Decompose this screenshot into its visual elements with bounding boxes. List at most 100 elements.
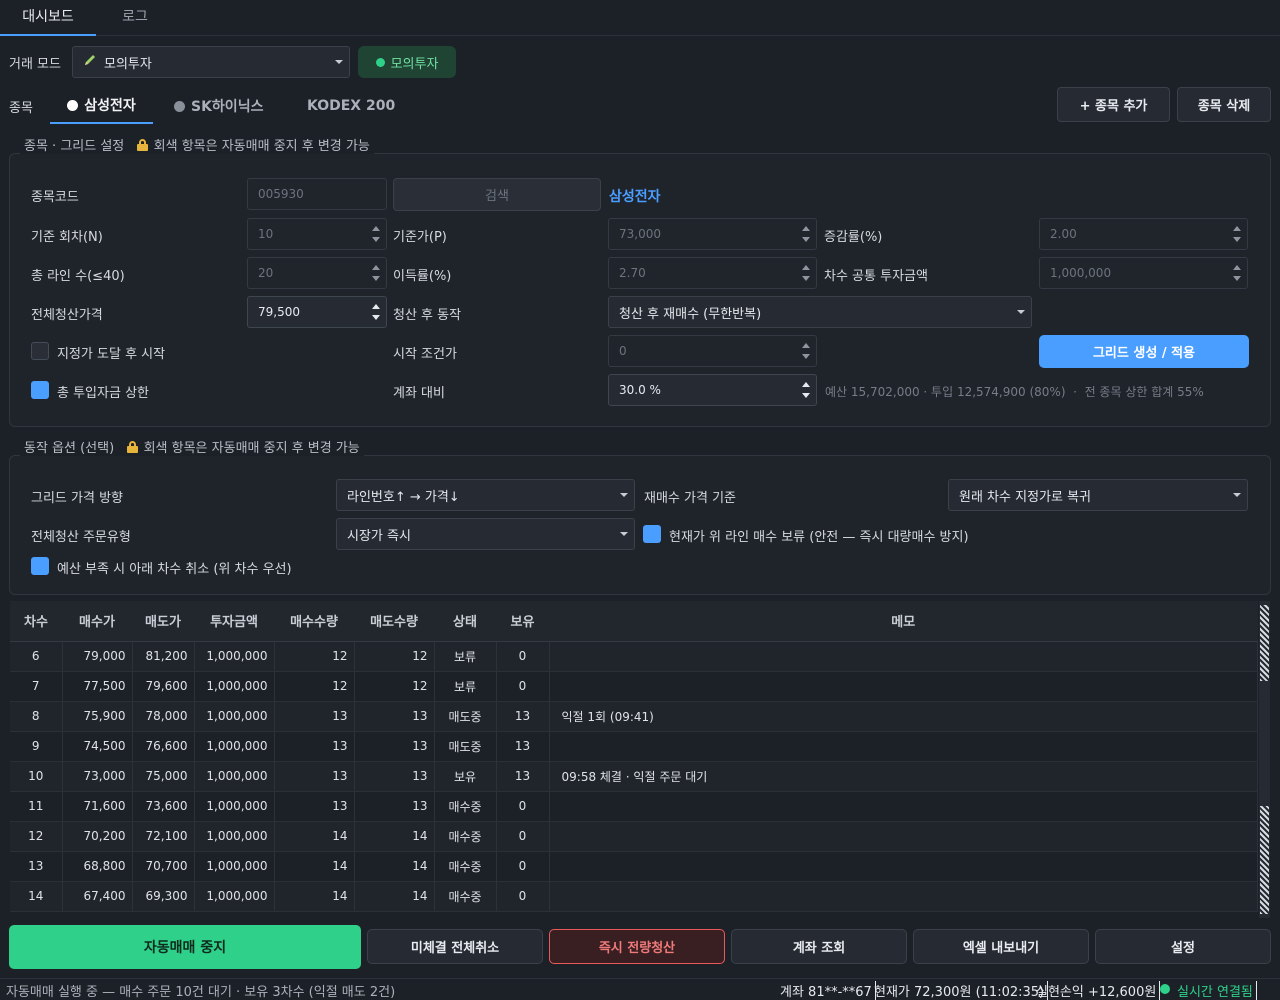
account-button[interactable]: 계좌 조회	[731, 929, 907, 964]
spinner-icon[interactable]	[364, 297, 386, 327]
col-header[interactable]: 매수수량	[274, 601, 354, 642]
add-stock-button[interactable]: + 종목 추가	[1057, 87, 1170, 122]
grid-table: 차수 매수가 매도가 투자금액 매수수량 매도수량 상태 보유 메모 6 79,…	[10, 601, 1258, 912]
status-pnl: 실현손익 +12,600원	[1036, 981, 1161, 1000]
cell-sell-price: 78,000	[132, 701, 195, 732]
cell-buy-price: 73,000	[62, 761, 133, 792]
cell-round: 11	[10, 791, 63, 822]
settings-button[interactable]: 설정	[1095, 929, 1271, 964]
base-price-value: 73,000	[619, 227, 661, 241]
rebuy-select[interactable]: 원래 차수 지정가로 복귀	[948, 479, 1248, 511]
scrollbar-thumb[interactable]	[1260, 605, 1269, 681]
cell-status: 매수중	[434, 881, 497, 912]
lines-input[interactable]: 20	[247, 257, 387, 289]
cell-buy-price: 77,500	[62, 671, 133, 702]
cancel-below-label: 예산 부족 시 아래 차수 취소 (위 차수 우선)	[57, 562, 292, 577]
scrollbar-track-lower[interactable]	[1260, 806, 1269, 914]
col-header[interactable]: 투자금액	[194, 601, 274, 642]
table-row[interactable]: 7 77,500 79,600 1,000,000 12 12 보류 0	[10, 671, 1258, 702]
liquidate-button[interactable]: 즉시 전량청산	[549, 929, 725, 964]
cell-buy-price: 70,200	[62, 821, 133, 852]
table-row[interactable]: 8 75,900 78,000 1,000,000 13 13 매도중 13 익…	[10, 701, 1258, 732]
cancel-below-checkbox[interactable]	[31, 557, 49, 575]
tab-log[interactable]: 로그	[96, 0, 174, 36]
spinner-icon[interactable]	[794, 258, 816, 288]
profit-input[interactable]: 2.70	[608, 257, 817, 289]
cell-memo: 09:58 체결 · 익절 주문 대기	[549, 761, 1258, 792]
direction-label: 그리드 가격 방향	[31, 491, 123, 506]
liq-price-input[interactable]: 79,500	[247, 296, 387, 328]
cell-status: 보유	[434, 761, 497, 792]
spinner-icon[interactable]	[1225, 258, 1247, 288]
code-input[interactable]: 005930	[247, 178, 387, 210]
start-at-label: 지정가 도달 후 시작	[57, 347, 166, 362]
col-header[interactable]: 보유	[496, 601, 549, 642]
table-row[interactable]: 12 70,200 72,100 1,000,000 14 14 매수중 0	[10, 821, 1258, 852]
tab-dashboard[interactable]: 대시보드	[0, 0, 96, 36]
cell-buy-qty: 13	[274, 731, 355, 762]
rebuy-label: 재매수 가격 기준	[644, 491, 736, 506]
direction-select[interactable]: 라인번호↑ → 가격↓	[336, 479, 635, 511]
hold-above-checkbox[interactable]	[643, 525, 661, 543]
liq-price-label: 전체청산가격	[31, 308, 103, 323]
cell-invest: 1,000,000	[194, 851, 275, 882]
status-dot-icon	[375, 57, 385, 67]
col-header[interactable]: 매도가	[132, 601, 194, 642]
col-header[interactable]: 매도수량	[354, 601, 434, 642]
cap-checkbox[interactable]	[31, 381, 49, 399]
export-button[interactable]: 엑셀 내보내기	[913, 929, 1089, 964]
cell-buy-qty: 14	[274, 821, 355, 852]
after-liq-select[interactable]: 청산 후 재매수 (무한반복)	[608, 296, 1032, 328]
table-row[interactable]: 6 79,000 81,200 1,000,000 12 12 보류 0	[10, 641, 1258, 672]
spinner-icon[interactable]	[364, 219, 386, 249]
spinner-icon[interactable]	[794, 336, 816, 366]
col-header[interactable]: 차수	[10, 601, 62, 642]
cell-sell-qty: 14	[354, 881, 435, 912]
table-row[interactable]: 11 71,600 73,600 1,000,000 13 13 매수중 0	[10, 791, 1258, 822]
search-button[interactable]: 검색	[393, 178, 601, 211]
chevron-down-icon	[1233, 493, 1241, 497]
table-row[interactable]: 14 67,400 69,300 1,000,000 14 14 매수중 0	[10, 881, 1258, 912]
cell-holding: 0	[496, 821, 550, 852]
spinner-icon[interactable]	[364, 258, 386, 288]
col-header[interactable]: 상태	[434, 601, 496, 642]
remove-stock-button[interactable]: 종목 삭제	[1177, 87, 1271, 122]
ratio-input[interactable]: 30.0 %	[608, 374, 817, 406]
start-cond-input[interactable]: 0	[608, 335, 817, 367]
invest-input[interactable]: 1,000,000	[1039, 257, 1248, 289]
mode-select[interactable]: 모의투자	[72, 46, 350, 78]
base-price-input[interactable]: 73,000	[608, 218, 817, 250]
cell-status: 보류	[434, 671, 497, 702]
start-at-checkbox[interactable]	[31, 342, 49, 360]
cell-invest: 1,000,000	[194, 881, 275, 912]
stock-tab-label: 삼성전자	[84, 98, 136, 114]
table-scrollbar[interactable]	[1259, 601, 1270, 918]
table-row[interactable]: 10 73,000 75,000 1,000,000 13 13 보유 13 0…	[10, 761, 1258, 792]
liq-type-select[interactable]: 시장가 즉시	[336, 518, 635, 550]
col-header[interactable]: 매수가	[62, 601, 132, 642]
cell-holding: 13	[496, 731, 550, 762]
stock-tab-kodex[interactable]: KODEX 200	[307, 88, 395, 124]
table-row[interactable]: 9 74,500 76,600 1,000,000 13 13 매도중 13	[10, 731, 1258, 762]
after-liq-label: 청산 후 동작	[393, 308, 462, 323]
spinner-icon[interactable]	[794, 375, 816, 405]
liq-price-value: 79,500	[258, 305, 300, 319]
invest-label: 차수 공통 투자금액	[824, 269, 928, 284]
stock-tab-samsung[interactable]: 삼성전자	[50, 88, 153, 124]
code-label: 종목코드	[31, 190, 79, 205]
table-row[interactable]: 13 68,800 70,700 1,000,000 14 14 매수중 0	[10, 851, 1258, 882]
liq-type-value: 시장가 즉시	[347, 528, 411, 544]
stop-trading-button[interactable]: 자동매매 중지	[9, 925, 361, 969]
spinner-icon[interactable]	[1225, 219, 1247, 249]
stock-tab-skhynix[interactable]: SK하이닉스	[174, 88, 263, 124]
base-round-input[interactable]: 10	[247, 218, 387, 250]
col-header[interactable]: 메모	[549, 601, 1258, 642]
status-bar: 자동매매 실행 중 — 매수 주문 10건 대기 · 보유 3차수 (익절 매도…	[0, 978, 1280, 1000]
cell-sell-qty: 13	[354, 731, 435, 762]
apply-grid-button[interactable]: 그리드 생성 / 적용	[1039, 335, 1249, 368]
cell-buy-price: 79,000	[62, 641, 133, 672]
cancel-all-button[interactable]: 미체결 전체취소	[367, 929, 543, 964]
step-input[interactable]: 2.00	[1039, 218, 1248, 250]
spinner-icon[interactable]	[794, 219, 816, 249]
grid-settings-title-text: 종목 · 그리드 설정	[24, 139, 125, 154]
